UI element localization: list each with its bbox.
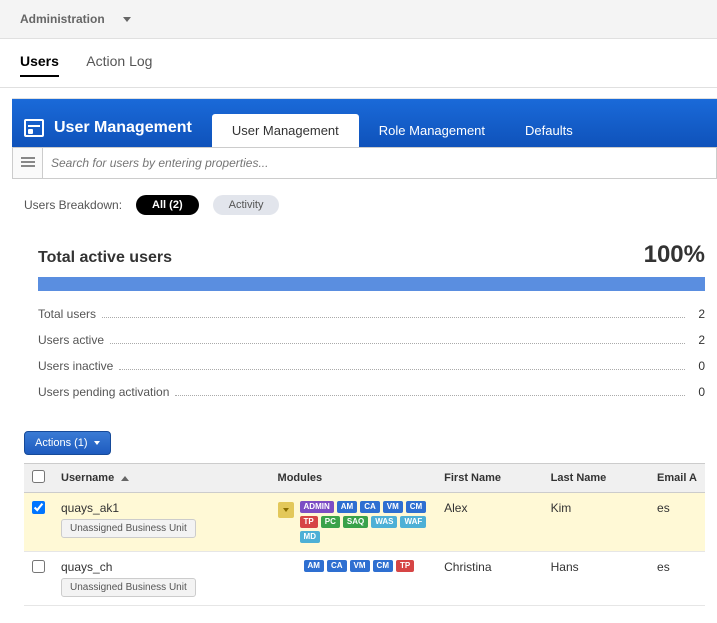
- module-badge: SAQ: [343, 516, 368, 528]
- stat-label: Users pending activation: [38, 385, 169, 399]
- stat-value: 0: [691, 385, 705, 399]
- select-all-checkbox[interactable]: [32, 470, 45, 483]
- module-badge: AM: [304, 560, 324, 572]
- administration-dropdown[interactable]: Administration: [12, 6, 139, 32]
- filter-activity[interactable]: Activity: [213, 195, 280, 215]
- tab-action-log[interactable]: Action Log: [86, 53, 152, 75]
- search-filter-button[interactable]: [13, 148, 43, 178]
- row-checkbox[interactable]: [32, 560, 45, 573]
- tab-user-management[interactable]: User Management: [212, 114, 359, 147]
- row-checkbox[interactable]: [32, 501, 45, 514]
- table-row[interactable]: quays_ch Unassigned Business Unit AMCAVMCM…: [24, 552, 705, 606]
- module-badge: TP: [396, 560, 414, 572]
- module-badge: CM: [406, 501, 426, 513]
- stat-value: 0: [691, 359, 705, 373]
- stat-value: 2: [691, 333, 705, 347]
- chevron-down-icon: [94, 441, 100, 445]
- module-badge: CA: [327, 560, 347, 572]
- stats-title: Total active users: [38, 249, 644, 267]
- expand-row-button[interactable]: [278, 502, 294, 518]
- module-badge: VM: [383, 501, 403, 513]
- tab-users[interactable]: Users: [20, 53, 59, 77]
- last-name: Kim: [543, 493, 649, 552]
- tab-defaults[interactable]: Defaults: [505, 114, 593, 147]
- first-name: Alex: [436, 493, 543, 552]
- module-badge: PC: [321, 516, 340, 528]
- stats-percent: 100%: [644, 241, 705, 269]
- col-first-name[interactable]: First Name: [436, 464, 543, 493]
- filter-all[interactable]: All (2): [136, 195, 199, 215]
- col-email[interactable]: Email A: [649, 464, 705, 493]
- last-name: Hans: [543, 552, 649, 606]
- username: quays_ch: [61, 560, 262, 574]
- tab-role-management[interactable]: Role Management: [359, 114, 505, 147]
- module-badge: ADMIN: [300, 501, 334, 513]
- module-badge: CM: [373, 560, 393, 572]
- table-row[interactable]: quays_ak1 Unassigned Business Unit ADMINAM…: [24, 493, 705, 552]
- first-name: Christina: [436, 552, 543, 606]
- search-input[interactable]: [43, 148, 716, 178]
- business-unit-badge[interactable]: Unassigned Business Unit: [61, 578, 196, 597]
- module-badge: MD: [300, 531, 320, 543]
- business-unit-badge[interactable]: Unassigned Business Unit: [61, 519, 196, 538]
- email: es: [649, 552, 705, 606]
- progress-bar: [38, 277, 705, 291]
- stat-value: 2: [691, 307, 705, 321]
- module-badge: TP: [300, 516, 318, 528]
- module-badge: AM: [337, 501, 357, 513]
- sort-asc-icon: [121, 476, 129, 481]
- module-badge: VM: [350, 560, 370, 572]
- module-badge: WAS: [371, 516, 397, 528]
- stat-label: Total users: [38, 307, 96, 321]
- breakdown-label: Users Breakdown:: [24, 198, 122, 212]
- stat-label: Users active: [38, 333, 104, 347]
- col-username[interactable]: Username: [53, 464, 270, 493]
- col-last-name[interactable]: Last Name: [543, 464, 649, 493]
- administration-label: Administration: [20, 12, 105, 26]
- chevron-down-icon: [283, 508, 289, 512]
- stat-label: Users inactive: [38, 359, 113, 373]
- chevron-down-icon: [123, 17, 131, 22]
- module-badge: WAF: [400, 516, 426, 528]
- col-modules[interactable]: Modules: [270, 464, 437, 493]
- list-icon: [21, 157, 35, 169]
- page-title: User Management: [54, 119, 192, 137]
- module-badge: CA: [360, 501, 380, 513]
- email: es: [649, 493, 705, 552]
- user-management-icon: [24, 119, 44, 137]
- username: quays_ak1: [61, 501, 262, 515]
- actions-button[interactable]: Actions (1): [24, 431, 111, 455]
